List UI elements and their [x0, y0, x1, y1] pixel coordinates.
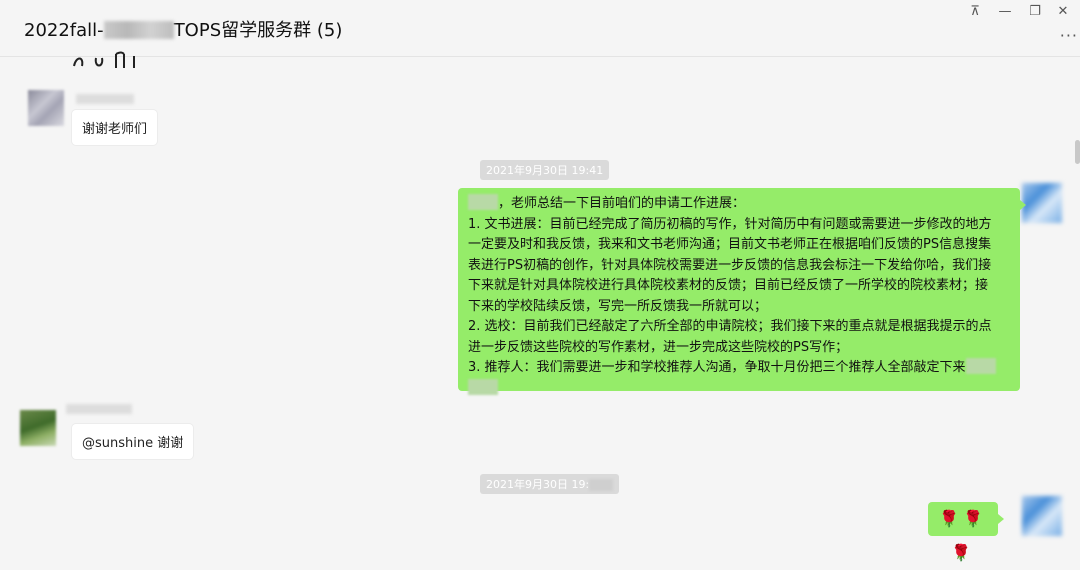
- message-line: 下来的学校陆续反馈，写完一所反馈我一所就可以；: [468, 298, 768, 314]
- message-line: 进一步反馈这些院校的写作素材，进一步完成这些院校的PS写作；: [468, 339, 849, 355]
- message-line: 3. 推荐人：我们需要进一步和学校推荐人沟通，争取十月份把三个推荐人全部敲定下来: [468, 358, 1012, 379]
- redacted-title-segment: [103, 21, 174, 39]
- chat-title-prefix: 2022fall-: [24, 20, 104, 41]
- message-bubble[interactable]: @sunshine 谢谢: [72, 424, 194, 459]
- sender-name-redacted: [66, 404, 132, 414]
- chat-title-suffix: TOPS留学服务群 (5): [173, 20, 343, 41]
- sender-name-redacted: [76, 94, 134, 104]
- message-bubble[interactable]: 🌹🌹🌹: [928, 502, 1004, 562]
- window-titlebar: 2022fall- TOPS留学服务群 (5) ⊼ — ❐ ✕ ···: [0, 0, 1080, 57]
- scrollbar-thumb[interactable]: [1075, 140, 1080, 164]
- redacted-text: [589, 479, 614, 491]
- message-line: 下来就是针对具体院校进行具体院校素材的反馈；目前已经反馈了一所学校的院校素材；接: [468, 278, 989, 293]
- redacted-name: [468, 194, 498, 210]
- restore-icon[interactable]: ❐: [1022, 2, 1048, 22]
- close-icon[interactable]: ✕: [1050, 2, 1076, 22]
- avatar[interactable]: [28, 90, 64, 126]
- message-line: ，老师总结一下目前咱们的申请工作进展：: [468, 194, 1012, 215]
- message-line-text: 3. 推荐人：我们需要进一步和学校推荐人沟通，争取十月份把三个推荐人全部敲定下来: [468, 360, 966, 375]
- message-timestamp: 2021年9月30日 19:: [480, 474, 620, 494]
- rose-emoji-icon: 🌹🌹🌹: [939, 509, 987, 562]
- pin-icon[interactable]: ⊼: [962, 2, 988, 22]
- redacted-text: [468, 378, 498, 395]
- partial-image-fragment: [73, 51, 135, 68]
- more-options-icon[interactable]: ···: [1060, 26, 1078, 45]
- message-line: 2. 选校：目前我们已经敲定了六所全部的申请院校；我们接下来的重点就是根据我提示…: [468, 319, 992, 334]
- message-bubble[interactable]: ，老师总结一下目前咱们的申请工作进展： 1. 文书进展：目前已经完成了简历初稿的…: [458, 188, 1026, 395]
- message-timestamp-text: 2021年9月30日 19:: [486, 478, 590, 491]
- message-greeting: ，老师总结一下目前咱们的申请工作进展：: [498, 196, 746, 211]
- avatar[interactable]: [1022, 496, 1062, 536]
- message-line: 表进行PS初稿的创作，针对具体院校需要进一步反馈的信息我会标注一下发给你哈，我们…: [468, 257, 992, 273]
- message-timestamp: 2021年9月30日 19:41: [480, 160, 610, 180]
- redacted-text: [965, 358, 996, 374]
- message-line: 一定要及时和我反馈，我来和文书老师沟通；目前文书老师正在根据咱们反馈的PS信息搜…: [468, 237, 992, 252]
- message-bubble[interactable]: 谢谢老师们: [72, 110, 158, 145]
- message-line: [468, 378, 1012, 400]
- avatar[interactable]: [20, 410, 56, 446]
- minimize-icon[interactable]: —: [992, 2, 1018, 22]
- avatar[interactable]: [1022, 183, 1062, 223]
- chat-title: 2022fall- TOPS留学服务群 (5): [24, 16, 342, 42]
- message-line: 1. 文书进展：目前已经完成了简历初稿的写作，针对简历中有问题或需要进一步修改的…: [468, 216, 992, 232]
